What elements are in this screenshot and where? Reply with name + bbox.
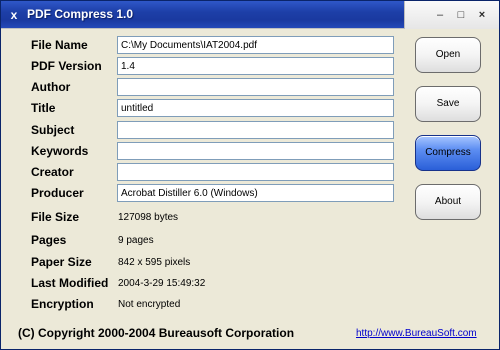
file-name-label: File Name [31,38,88,52]
producer-field[interactable]: Acrobat Distiller 6.0 (Windows) [117,184,394,202]
file-name-field[interactable]: C:\My Documents\IAT2004.pdf [117,36,394,54]
keywords-field[interactable] [117,142,394,160]
creator-label: Creator [31,165,74,179]
author-field[interactable] [117,78,394,96]
compress-button[interactable]: Compress [415,135,481,171]
last-modified-label: Last Modified [31,276,109,290]
title-label: Title [31,101,56,115]
title-bar[interactable]: x PDF Compress 1.0 – □ × [1,1,499,29]
save-button[interactable]: Save [415,86,481,122]
pages-value: 9 pages [118,235,154,246]
file-size-value: 127098 bytes [118,212,179,223]
website-link[interactable]: http://www.BureauSoft.com [356,328,477,339]
creator-field[interactable] [117,163,394,181]
title-field[interactable]: untitled [117,99,394,117]
paper-size-label: Paper Size [31,255,92,269]
keywords-label: Keywords [31,144,89,158]
close-button[interactable]: × [473,7,491,23]
author-label: Author [31,80,71,94]
maximize-button[interactable]: □ [452,7,470,23]
copyright-text: (C) Copyright 2000-2004 Bureausoft Corpo… [18,326,295,340]
file-size-label: File Size [31,210,80,224]
paper-size-value: 842 x 595 pixels [118,257,191,268]
minimize-button[interactable]: – [431,7,449,23]
window-controls: – □ × [404,1,499,29]
window-title: PDF Compress 1.0 [27,7,134,21]
producer-label: Producer [31,186,84,200]
pdf-version-field[interactable]: 1.4 [117,57,394,75]
about-button[interactable]: About [415,184,481,220]
open-button[interactable]: Open [415,37,481,73]
subject-field[interactable] [117,121,394,139]
pdf-version-label: PDF Version [31,59,102,73]
last-modified-value: 2004-3-29 15:49:32 [118,278,206,289]
pages-label: Pages [31,233,67,247]
encryption-label: Encryption [31,297,94,311]
app-icon: x [10,8,18,22]
app-window: x PDF Compress 1.0 – □ × File Name C:\My… [0,0,500,350]
subject-label: Subject [31,123,75,137]
encryption-value: Not encrypted [118,299,181,310]
